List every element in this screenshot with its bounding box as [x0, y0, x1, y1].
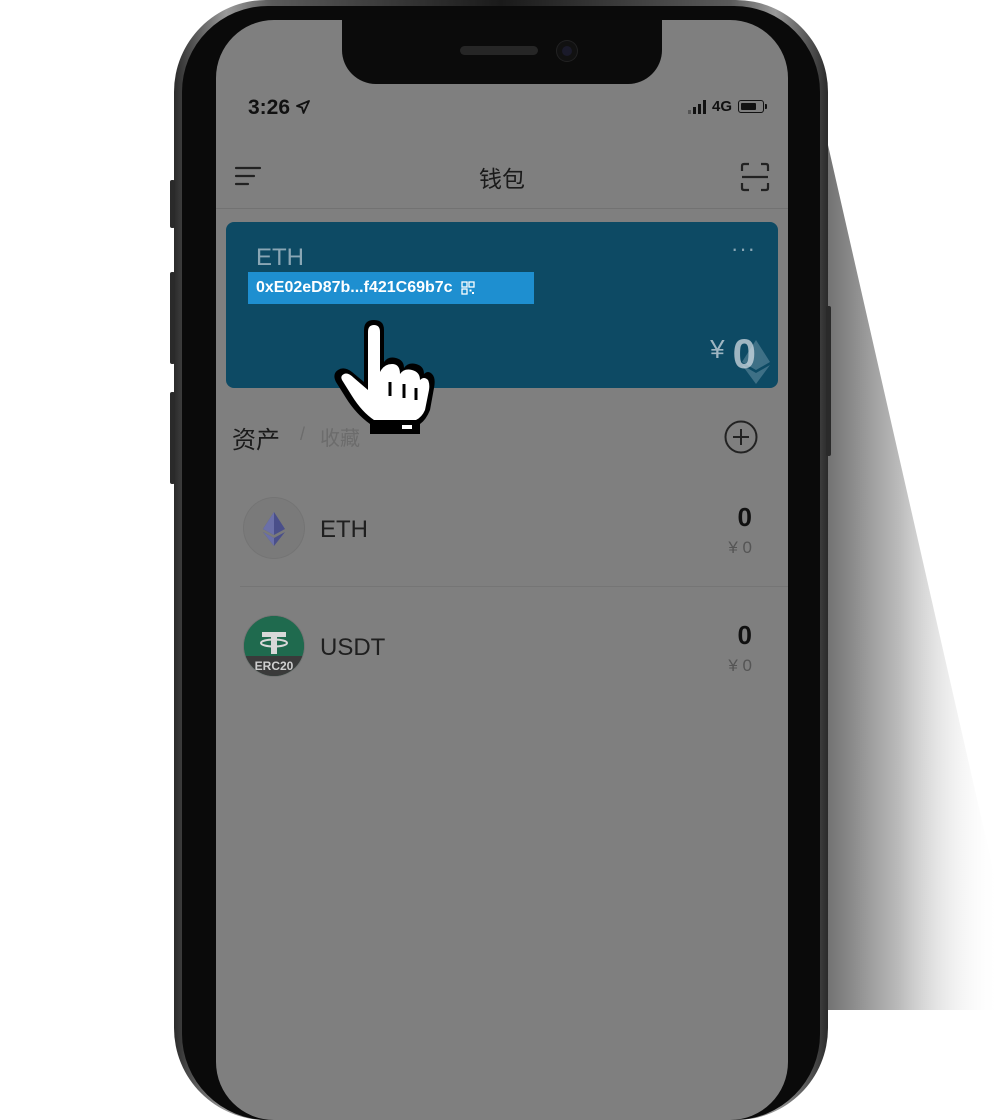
asset-fiat-value: ¥ 0 [728, 538, 752, 557]
volume-up-button [170, 272, 175, 364]
asset-amount: 0 [737, 502, 752, 532]
signal-icon [687, 99, 706, 114]
notch [342, 20, 662, 84]
tether-erc20-icon: ERC20 [244, 616, 304, 676]
location-arrow-icon [295, 100, 310, 114]
wallet-chain-label: ETH [256, 244, 304, 271]
asset-row-eth[interactable]: ETH 0 ¥ 0 [216, 482, 788, 582]
erc20-badge: ERC20 [255, 659, 294, 673]
tab-assets[interactable]: 资产 [232, 420, 280, 455]
wallet-address-text: 0xE02eD87b...f421C69b7c [256, 279, 453, 296]
battery-icon [738, 100, 767, 113]
add-asset-icon[interactable] [724, 420, 758, 454]
page-title: 钱包 [479, 166, 525, 192]
asset-name: ETH [320, 516, 368, 543]
scan-icon[interactable] [740, 162, 770, 192]
ethereum-icon [244, 498, 304, 558]
speaker [460, 46, 538, 55]
mute-switch [170, 180, 175, 228]
row-divider [240, 586, 788, 587]
wallet-card[interactable]: ETH ··· 0xE02eD87b...f421C69b7c ¥ 0 [226, 222, 778, 388]
asset-name: USDT [320, 634, 386, 661]
status-indicators: 4G [687, 98, 767, 115]
more-options-icon[interactable]: ··· [731, 236, 756, 262]
asset-fiat-value: ¥ 0 [728, 656, 752, 675]
front-camera [557, 41, 577, 61]
phone-screen: 3:26 4G 钱包 ETH ··· 0xE02eD87b...f421C69b… [216, 20, 788, 1120]
power-button [826, 306, 831, 456]
currency-symbol: ¥ [710, 334, 725, 364]
tab-separator: / [300, 424, 306, 444]
ethereum-watermark-icon [742, 340, 770, 384]
qr-code-icon[interactable] [460, 281, 475, 295]
status-time: 3:26 [248, 96, 310, 120]
network-type: 4G [711, 98, 732, 115]
asset-amount: 0 [737, 620, 752, 650]
nav-divider [216, 208, 788, 209]
volume-down-button [170, 392, 175, 484]
wallet-address[interactable]: 0xE02eD87b...f421C69b7c [248, 272, 534, 304]
pointing-hand-icon [334, 320, 435, 434]
status-time-text: 3:26 [248, 96, 291, 119]
asset-row-usdt[interactable]: ERC20 USDT 0 ¥ 0 [216, 600, 788, 700]
